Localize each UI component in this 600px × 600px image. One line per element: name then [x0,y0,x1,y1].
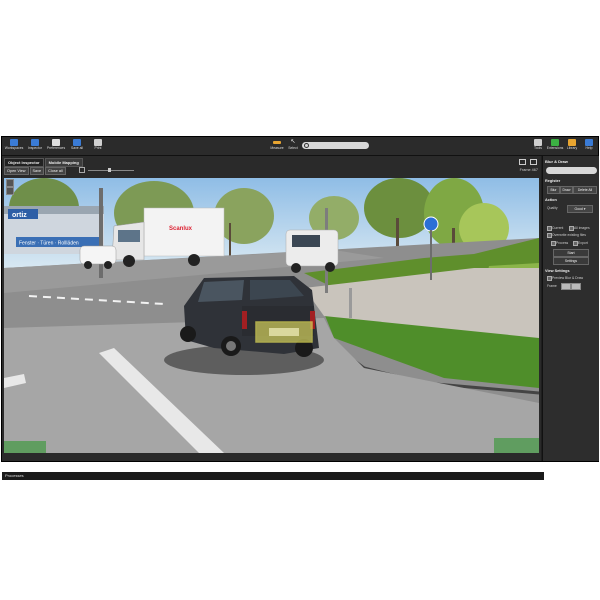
measure-icon [273,141,281,144]
parked-car [79,245,117,265]
viewer-tools: Open View Save Close all [4,167,67,175]
toolbar-search-input[interactable] [302,142,369,149]
search-icon [304,143,309,148]
print-button[interactable]: Print [88,139,108,153]
chevron-down-icon: ▾ [583,207,586,211]
frame-color-swatch-2[interactable] [571,283,581,290]
quality-select[interactable]: Good ▾ [567,205,593,213]
open-view-button[interactable]: Open View [4,167,29,175]
blur-button[interactable]: Blur [547,186,560,194]
view-settings-heading: View Settings [545,269,570,273]
frame-color-label: Frame [547,284,557,288]
view-toggle-button-1[interactable] [6,179,14,187]
process-label: Process [556,241,569,245]
preferences-icon [52,139,60,146]
zoom-icon [79,167,85,173]
print-label: Print [94,146,102,150]
monitor-icon[interactable] [518,159,526,165]
store-sign-text: Fenster · Türen · Rollläden [19,241,79,247]
start-button[interactable]: Start [553,249,589,257]
all-images-label: All images [574,226,590,230]
action-heading: Action [545,198,557,202]
preview-label: Preview Blur & Draw [552,276,584,280]
tools-label: Tools [534,146,542,150]
status-text: Processes [5,473,24,478]
frame-slider-handle[interactable] [108,168,111,172]
register-heading: Register [545,179,561,183]
draw-button[interactable]: Draw [560,186,573,194]
layout-icon[interactable] [530,159,537,165]
truck-brand-text: Scanlux [169,226,193,232]
preferences-label: Preferences [46,146,66,150]
frame-number: Frame 467 [519,168,538,172]
inspector-label: Inspector [28,146,42,150]
main-toolbar: Workspaces Inspector Preferences Save all Pr… [2,137,598,156]
save-view-button[interactable]: Save [29,167,45,175]
inspector-icon [31,139,39,146]
overlay-right [494,438,539,453]
workspaces-label: Workspaces [4,146,24,150]
print-icon [94,139,102,146]
street-scene-svg: ortiz Fenster · Türen · Rollläden Scanlu… [4,178,539,453]
close-all-button[interactable]: Close all [45,167,66,175]
svg-text:ortiz: ortiz [12,212,27,219]
delete-all-button[interactable]: Delete All [573,186,597,194]
tab-object-inspector[interactable]: Object Inspector [4,158,44,167]
blur-draw-panel: Blur & Draw Register Blur Draw Delete Al… [542,156,599,461]
save-icon [73,139,81,146]
quality-label: Quality [547,206,558,210]
workspaces-button[interactable]: Workspaces [4,139,24,153]
save-label: Save all [70,146,84,150]
settings-button[interactable]: Settings [553,257,589,265]
help-label: Help [585,146,593,150]
viewer-tabs: Object Inspector Mobile Mapping [4,158,84,167]
overwrite-label: Overwrite existing files [552,233,586,237]
extensions-icon [551,139,559,146]
street-view-image[interactable]: ortiz Fenster · Türen · Rollläden Scanlu… [4,178,539,453]
current-label: Current [552,226,564,230]
traffic-light-pole [99,188,103,278]
inspector-button[interactable]: Inspector [25,139,45,153]
app-window: Workspaces Inspector Preferences Save all Pr… [1,136,599,480]
workspaces-icon [10,139,18,146]
tab-mobile-mapping[interactable]: Mobile Mapping [44,158,83,167]
cursor-icon: ↖ [290,139,296,145]
panel-title: Blur & Draw [545,159,568,164]
overlay-left [4,441,46,453]
traffic-sign [423,216,439,232]
preferences-button[interactable]: Preferences [46,139,66,153]
viewer-window-controls [518,159,537,167]
library-icon [568,139,576,146]
viewer-pane: Object Inspector Mobile Mapping Open View… [2,156,544,480]
view-toggle-button-2[interactable] [6,187,14,195]
extensions-label: Extensions [546,146,564,150]
export-label: Export [578,241,588,245]
status-bar: Processes [2,472,544,480]
library-label: Library [566,146,578,150]
help-button[interactable]: Help [579,139,599,153]
frame-slider-track[interactable] [88,170,134,171]
frame-color-swatch-1[interactable] [561,283,571,290]
panel-search-input[interactable] [546,167,597,174]
tools-icon [534,139,542,146]
save-button[interactable]: Save all [67,139,87,153]
help-icon [585,139,593,146]
select-button[interactable]: ↖ Select [283,139,303,153]
